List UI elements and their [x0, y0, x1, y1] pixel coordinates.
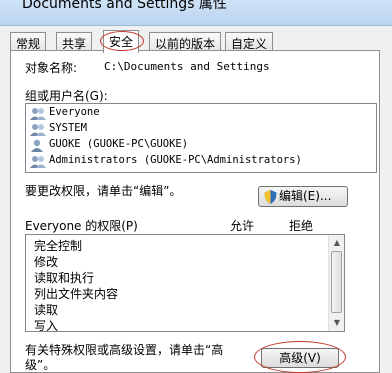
permissions-list[interactable]: 完全控制 修改 读取和执行 列出文件夹内容 读取 写入 ▲ ▼ — [25, 234, 345, 332]
edit-button[interactable]: 编辑(E)... — [258, 186, 348, 207]
users-group-icon — [30, 156, 46, 168]
list-item: 写入 — [34, 319, 59, 332]
allow-column-header: 允许 — [230, 219, 255, 233]
tab-general[interactable]: 常规 — [10, 32, 47, 52]
list-item: 读取 — [34, 303, 59, 317]
users-group-icon — [30, 108, 46, 120]
deny-column-header: 拒绝 — [289, 219, 314, 233]
user-name: GUOKE (GUOKE-PC\GUOKE) — [49, 138, 189, 150]
advanced-hint-line2: 级”。 — [25, 358, 56, 372]
permissions-for-label: Everyone 的权限(P) — [25, 219, 138, 233]
list-item: 完全控制 — [34, 239, 83, 253]
object-name-label: 对象名称: — [25, 61, 78, 75]
tab-security[interactable]: 安全 — [100, 30, 144, 53]
tab-highlight-oval — [100, 31, 144, 51]
scroll-thumb[interactable] — [331, 251, 342, 313]
list-item: 修改 — [34, 255, 59, 269]
object-name-value: C:\Documents and Settings — [104, 60, 270, 73]
list-item: 读取和执行 — [34, 271, 95, 285]
groups-label: 组或用户名(G): — [25, 89, 108, 103]
tab-customize[interactable]: 自定义 — [225, 32, 274, 52]
window-title: Documents and Settings 属性 — [22, 0, 227, 12]
list-item: 列出文件夹内容 — [34, 287, 119, 301]
user-name: SYSTEM — [49, 122, 87, 134]
user-name: Everyone — [49, 106, 100, 118]
scroll-up-icon[interactable]: ▲ — [329, 235, 344, 251]
tab-sharing[interactable]: 共享 — [56, 32, 93, 52]
advanced-highlight-oval — [254, 341, 346, 373]
user-icon — [31, 139, 43, 152]
edit-hint: 要更改权限，请单击“编辑”。 — [25, 184, 182, 198]
title-bar: Documents and Settings 属性 — [0, 0, 392, 26]
scroll-down-icon[interactable]: ▼ — [329, 315, 344, 331]
users-group-icon — [30, 124, 46, 136]
properties-dialog: 常规 共享 安全 以前的版本 自定义 对象名称: C:\Documents an… — [0, 26, 392, 373]
shield-icon — [264, 190, 277, 204]
security-panel: 对象名称: C:\Documents and Settings 组或用户名(G)… — [10, 50, 380, 373]
permissions-scrollbar[interactable]: ▲ ▼ — [328, 235, 344, 331]
tab-previous-versions[interactable]: 以前的版本 — [149, 32, 222, 52]
users-list[interactable]: Everyone SYSTEM GUOKE (GUOKE-PC\GUOKE) A… — [25, 103, 377, 173]
user-name: Administrators (GUOKE-PC\Administrators) — [49, 154, 302, 166]
edit-button-label: 编辑(E)... — [279, 189, 332, 203]
